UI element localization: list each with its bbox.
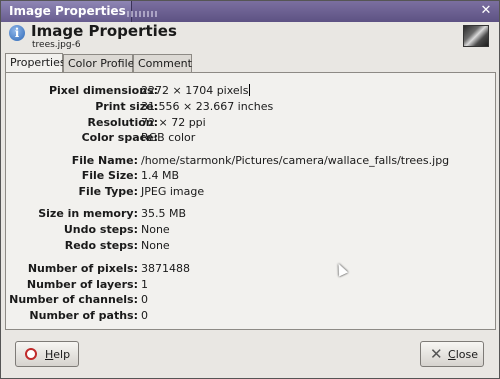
value-print-size: 31.556 × 23.667 inches	[141, 100, 274, 113]
row-number-of-pixels: Number of pixels: 3871488	[6, 262, 496, 276]
row-file-size: File Size: 1.4 MB	[6, 169, 496, 183]
titlebar-close-icon[interactable]: ✕	[479, 4, 493, 18]
close-button[interactable]: ✕ Close	[420, 341, 484, 367]
row-file-type: File Type: JPEG image	[6, 185, 496, 199]
row-resolution: Resolution: 72 × 72 ppi	[6, 116, 496, 130]
label-file-type: File Type:	[78, 185, 138, 198]
image-name: trees.jpg-6	[32, 40, 81, 50]
tab-color-profile[interactable]: Color Profile	[63, 54, 134, 72]
close-x-icon: ✕	[430, 345, 443, 363]
titlebar-grip	[127, 11, 157, 17]
value-number-of-paths: 0	[141, 309, 148, 322]
dialog-heading: Image Properties	[31, 22, 177, 40]
tab-properties[interactable]: Properties	[5, 53, 66, 73]
value-size-in-memory: 35.5 MB	[141, 207, 187, 220]
value-undo-steps: None	[141, 223, 170, 236]
row-size-in-memory: Size in memory: 35.5 MB	[6, 207, 496, 221]
row-file-name: File Name: /home/starmonk/Pictures/camer…	[6, 154, 496, 168]
close-button-label: Close	[448, 348, 478, 361]
label-size-in-memory: Size in memory:	[38, 207, 138, 220]
value-redo-steps: None	[141, 239, 170, 252]
tab-comment[interactable]: Comment	[133, 54, 192, 72]
text-caret	[249, 84, 251, 96]
value-file-type: JPEG image	[141, 185, 205, 198]
value-file-size: 1.4 MB	[141, 169, 180, 182]
lifebuoy-icon	[25, 348, 37, 360]
label-redo-steps: Redo steps:	[64, 239, 138, 252]
value-resolution: 72 × 72 ppi	[141, 116, 206, 129]
titlebar[interactable]: Image Properties ✕	[1, 1, 499, 22]
help-button-label: Help	[45, 348, 71, 361]
label-undo-steps: Undo steps:	[63, 223, 138, 236]
label-number-of-layers: Number of layers:	[26, 278, 138, 291]
value-number-of-channels: 0	[141, 293, 148, 306]
value-pixel-dimensions: 2272 × 1704 pixels	[141, 84, 251, 97]
row-number-of-channels: Number of channels: 0	[6, 293, 496, 307]
value-number-of-pixels: 3871488	[141, 262, 190, 275]
row-pixel-dimensions: Pixel dimensions: 2272 × 1704 pixels	[6, 84, 496, 98]
value-color-space: RGB color	[141, 131, 196, 144]
label-file-name: File Name:	[71, 154, 138, 167]
label-number-of-pixels: Number of pixels:	[27, 262, 138, 275]
properties-panel: Pixel dimensions: 2272 × 1704 pixels Pri…	[5, 72, 496, 330]
image-properties-window: Image Properties ✕ i Image Properties tr…	[0, 0, 500, 379]
titlebar-tab: Image Properties	[1, 1, 132, 22]
row-print-size: Print size: 31.556 × 23.667 inches	[6, 100, 496, 114]
row-undo-steps: Undo steps: None	[6, 223, 496, 237]
window-title: Image Properties	[9, 4, 126, 18]
value-number-of-layers: 1	[141, 278, 148, 291]
label-file-size: File Size:	[81, 169, 138, 182]
row-number-of-layers: Number of layers: 1	[6, 278, 496, 292]
help-button[interactable]: Help	[15, 341, 79, 367]
label-number-of-paths: Number of paths:	[29, 309, 138, 322]
row-number-of-paths: Number of paths: 0	[6, 309, 496, 323]
row-redo-steps: Redo steps: None	[6, 239, 496, 253]
label-number-of-channels: Number of channels:	[9, 293, 138, 306]
info-icon: i	[9, 25, 25, 41]
row-color-space: Color space: RGB color	[6, 131, 496, 145]
value-file-name: /home/starmonk/Pictures/camera/wallace_f…	[141, 154, 450, 167]
image-thumbnail	[463, 25, 489, 47]
